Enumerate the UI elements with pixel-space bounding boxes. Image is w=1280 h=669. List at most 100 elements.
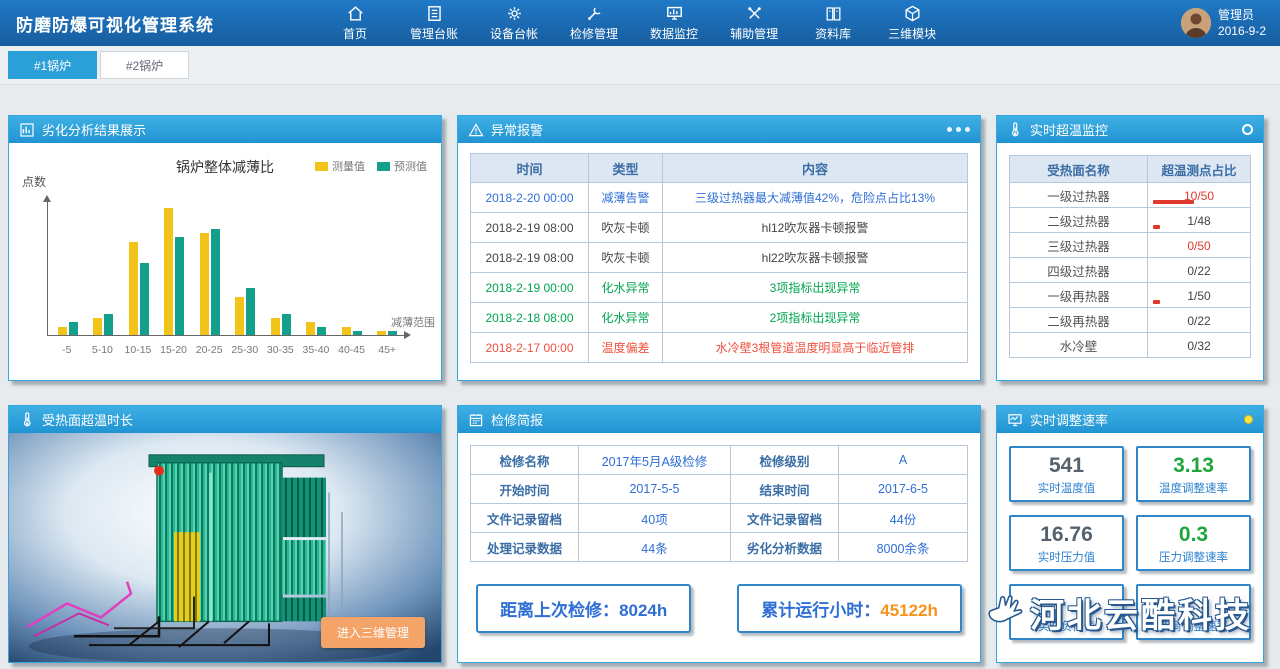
col-surface-name: 受热面名称	[1010, 156, 1148, 183]
nav-item-1[interactable]: 首页	[332, 4, 378, 42]
cube-icon	[903, 4, 922, 23]
overtemp-ratio: 0/50	[1148, 239, 1250, 253]
alarm-type: 化水异常	[589, 303, 663, 333]
maintenance-row: 文件记录留档40项文件记录留档44份	[471, 504, 968, 533]
bar-预测值	[69, 322, 78, 335]
surface-name: 二级过热器	[1010, 208, 1148, 233]
bar-测量值	[306, 322, 315, 335]
avatar[interactable]	[1181, 8, 1211, 38]
x-tick-label: 5-10	[85, 341, 121, 356]
alarm-row: 2018-2-19 08:00吹灰卡顿hl12吹灰器卡顿报警	[471, 213, 968, 243]
button-label: 累计运行小时：	[761, 601, 880, 620]
bar-测量值	[93, 318, 102, 335]
alarm-content: 3项指标出现异常	[663, 273, 968, 303]
x-tick-label: 35-40	[298, 341, 334, 356]
nav-item-6[interactable]: 辅助管理	[730, 4, 778, 42]
ring-icon	[1242, 124, 1253, 135]
bar-预测值	[104, 314, 113, 335]
surface-name: 一级过热器	[1010, 183, 1148, 208]
alarm-content: 水冷壁3根管道温度明显高于临近管排	[663, 333, 968, 363]
nav-item-8[interactable]: 三维模块	[888, 4, 936, 42]
overtemp-ratio-cell: 0/22	[1148, 308, 1251, 333]
maintenance-value: 2017-6-5	[839, 475, 968, 504]
panel-degradation: 劣化分析结果展示 点数 锅炉整体减薄比 测量值预测值 -55-1010-1515…	[8, 115, 442, 381]
nav-item-5[interactable]: 数据监控	[650, 4, 698, 42]
stat-value	[1140, 591, 1247, 617]
maintenance-buttons: 距离上次检修：8024h 累计运行小时：45122h	[458, 584, 980, 633]
bar-预测值	[282, 314, 291, 335]
alarm-time: 2018-2-19 08:00	[471, 213, 589, 243]
alarm-panel-body: 时间 类型 内容 2018-2-20 00:00减薄告警三级过热器最大减薄值42…	[458, 143, 980, 380]
maintenance-value: A	[839, 446, 968, 475]
tab-boiler-2[interactable]: #2锅炉	[100, 51, 189, 79]
overtemp-ratio-cell: 1/50	[1148, 283, 1251, 308]
nav-item-label: 管理台账	[410, 25, 458, 42]
x-tick-label: 30-35	[263, 341, 299, 356]
enter-3d-button[interactable]: 进入三维管理	[321, 617, 425, 648]
button-value: 45122h	[880, 601, 938, 620]
stat-label: 压力调整速率	[1140, 549, 1247, 565]
overtemp-ratio-cell: 0/32	[1148, 333, 1251, 358]
status-indicator	[1244, 415, 1253, 424]
x-tick-label: 10-15	[120, 341, 156, 356]
surface-name: 四级过热器	[1010, 258, 1148, 283]
alarm-content: hl12吹灰器卡顿报警	[663, 213, 968, 243]
boiler-3d-viewport[interactable]: 进入三维管理	[9, 433, 441, 662]
maintenance-panel-body: 检修名称2017年5月A级检修检修级别A开始时间2017-5-5结束时间2017…	[458, 433, 980, 662]
col-ratio: 超温测点占比	[1148, 156, 1251, 183]
alarm-time: 2018-2-19 08:00	[471, 243, 589, 273]
maintenance-table-body: 检修名称2017年5月A级检修检修级别A开始时间2017-5-5结束时间2017…	[471, 446, 968, 562]
surface-name: 三级过热器	[1010, 233, 1148, 258]
alarm-table-body: 2018-2-20 00:00减薄告警三级过热器最大减薄值42%，危险点占比13…	[471, 183, 968, 363]
stat-box-3: 16.76实时压力值	[1009, 515, 1124, 571]
tab-boiler-1[interactable]: #1锅炉	[8, 51, 97, 79]
stat-value: 3.13	[1140, 453, 1247, 479]
stat-box-4: 0.3压力调整速率	[1136, 515, 1251, 571]
nav-item-label: 数据监控	[650, 25, 698, 42]
maintenance-value: 40项	[579, 504, 731, 533]
top-header: 防磨防爆可视化管理系统 首页管理台账 设备台帐检修管理数据监控 辅助管理 资料库三维模…	[0, 0, 1280, 46]
panel-header: 劣化分析结果展示	[9, 116, 441, 143]
surface-name: 二级再热器	[1010, 308, 1148, 333]
bar-测量值	[58, 327, 67, 336]
maintenance-stat-button-1[interactable]: 距离上次检修：8024h	[476, 584, 691, 633]
overtemp-bar	[1153, 225, 1160, 229]
panel-title: 检修简报	[491, 410, 543, 429]
bar-group	[50, 199, 86, 335]
x-tick-label: 15-20	[156, 341, 192, 356]
nav-item-4[interactable]: 检修管理	[570, 4, 618, 42]
thermometer-icon	[1007, 122, 1023, 138]
alarm-content: 2项指标出现异常	[663, 303, 968, 333]
stat-box-6: 负荷调整速率	[1136, 584, 1251, 640]
bar-group	[192, 199, 228, 335]
stat-value: 16.76	[1013, 522, 1120, 548]
stat-box-5: 实时负荷值	[1009, 584, 1124, 640]
overtemp-table-body: 一级过热器10/50二级过热器1/48三级过热器0/50四级过热器0/22一级再…	[1010, 183, 1251, 358]
stat-box-2: 3.13温度调整速率	[1136, 446, 1251, 502]
user-name: 管理员	[1218, 7, 1266, 23]
x-axis-label: 减薄范围	[391, 314, 435, 330]
legend-item: 预测值	[377, 158, 427, 174]
nav-item-label: 辅助管理	[730, 25, 778, 42]
bar-预测值	[175, 237, 184, 335]
app-title: 防磨防爆可视化管理系统	[16, 11, 214, 36]
chart-plot-area	[47, 199, 407, 336]
yellow-dot-icon	[1244, 415, 1253, 424]
user-box[interactable]: 管理员 2016-9-2	[1181, 7, 1266, 39]
maintenance-label: 结束时间	[731, 475, 839, 504]
nav-item-3[interactable]: 设备台帐	[490, 4, 538, 42]
bar-测量值	[271, 318, 280, 335]
bar-预测值	[211, 229, 220, 335]
overtemp-ratio-cell: 0/22	[1148, 258, 1251, 283]
panel-header: 检修简报	[458, 406, 980, 433]
legend-label: 测量值	[332, 158, 365, 174]
alarm-type: 化水异常	[589, 273, 663, 303]
nav-item-7[interactable]: 资料库	[810, 4, 856, 42]
bar-group	[157, 199, 193, 335]
maintenance-stat-button-2[interactable]: 累计运行小时：45122h	[737, 584, 962, 633]
alarm-time: 2018-2-17 00:00	[471, 333, 589, 363]
library-icon	[824, 4, 843, 23]
nav-item-2[interactable]: 管理台账	[410, 4, 458, 42]
maintenance-label: 文件记录留档	[731, 504, 839, 533]
bar-预测值	[353, 331, 362, 335]
